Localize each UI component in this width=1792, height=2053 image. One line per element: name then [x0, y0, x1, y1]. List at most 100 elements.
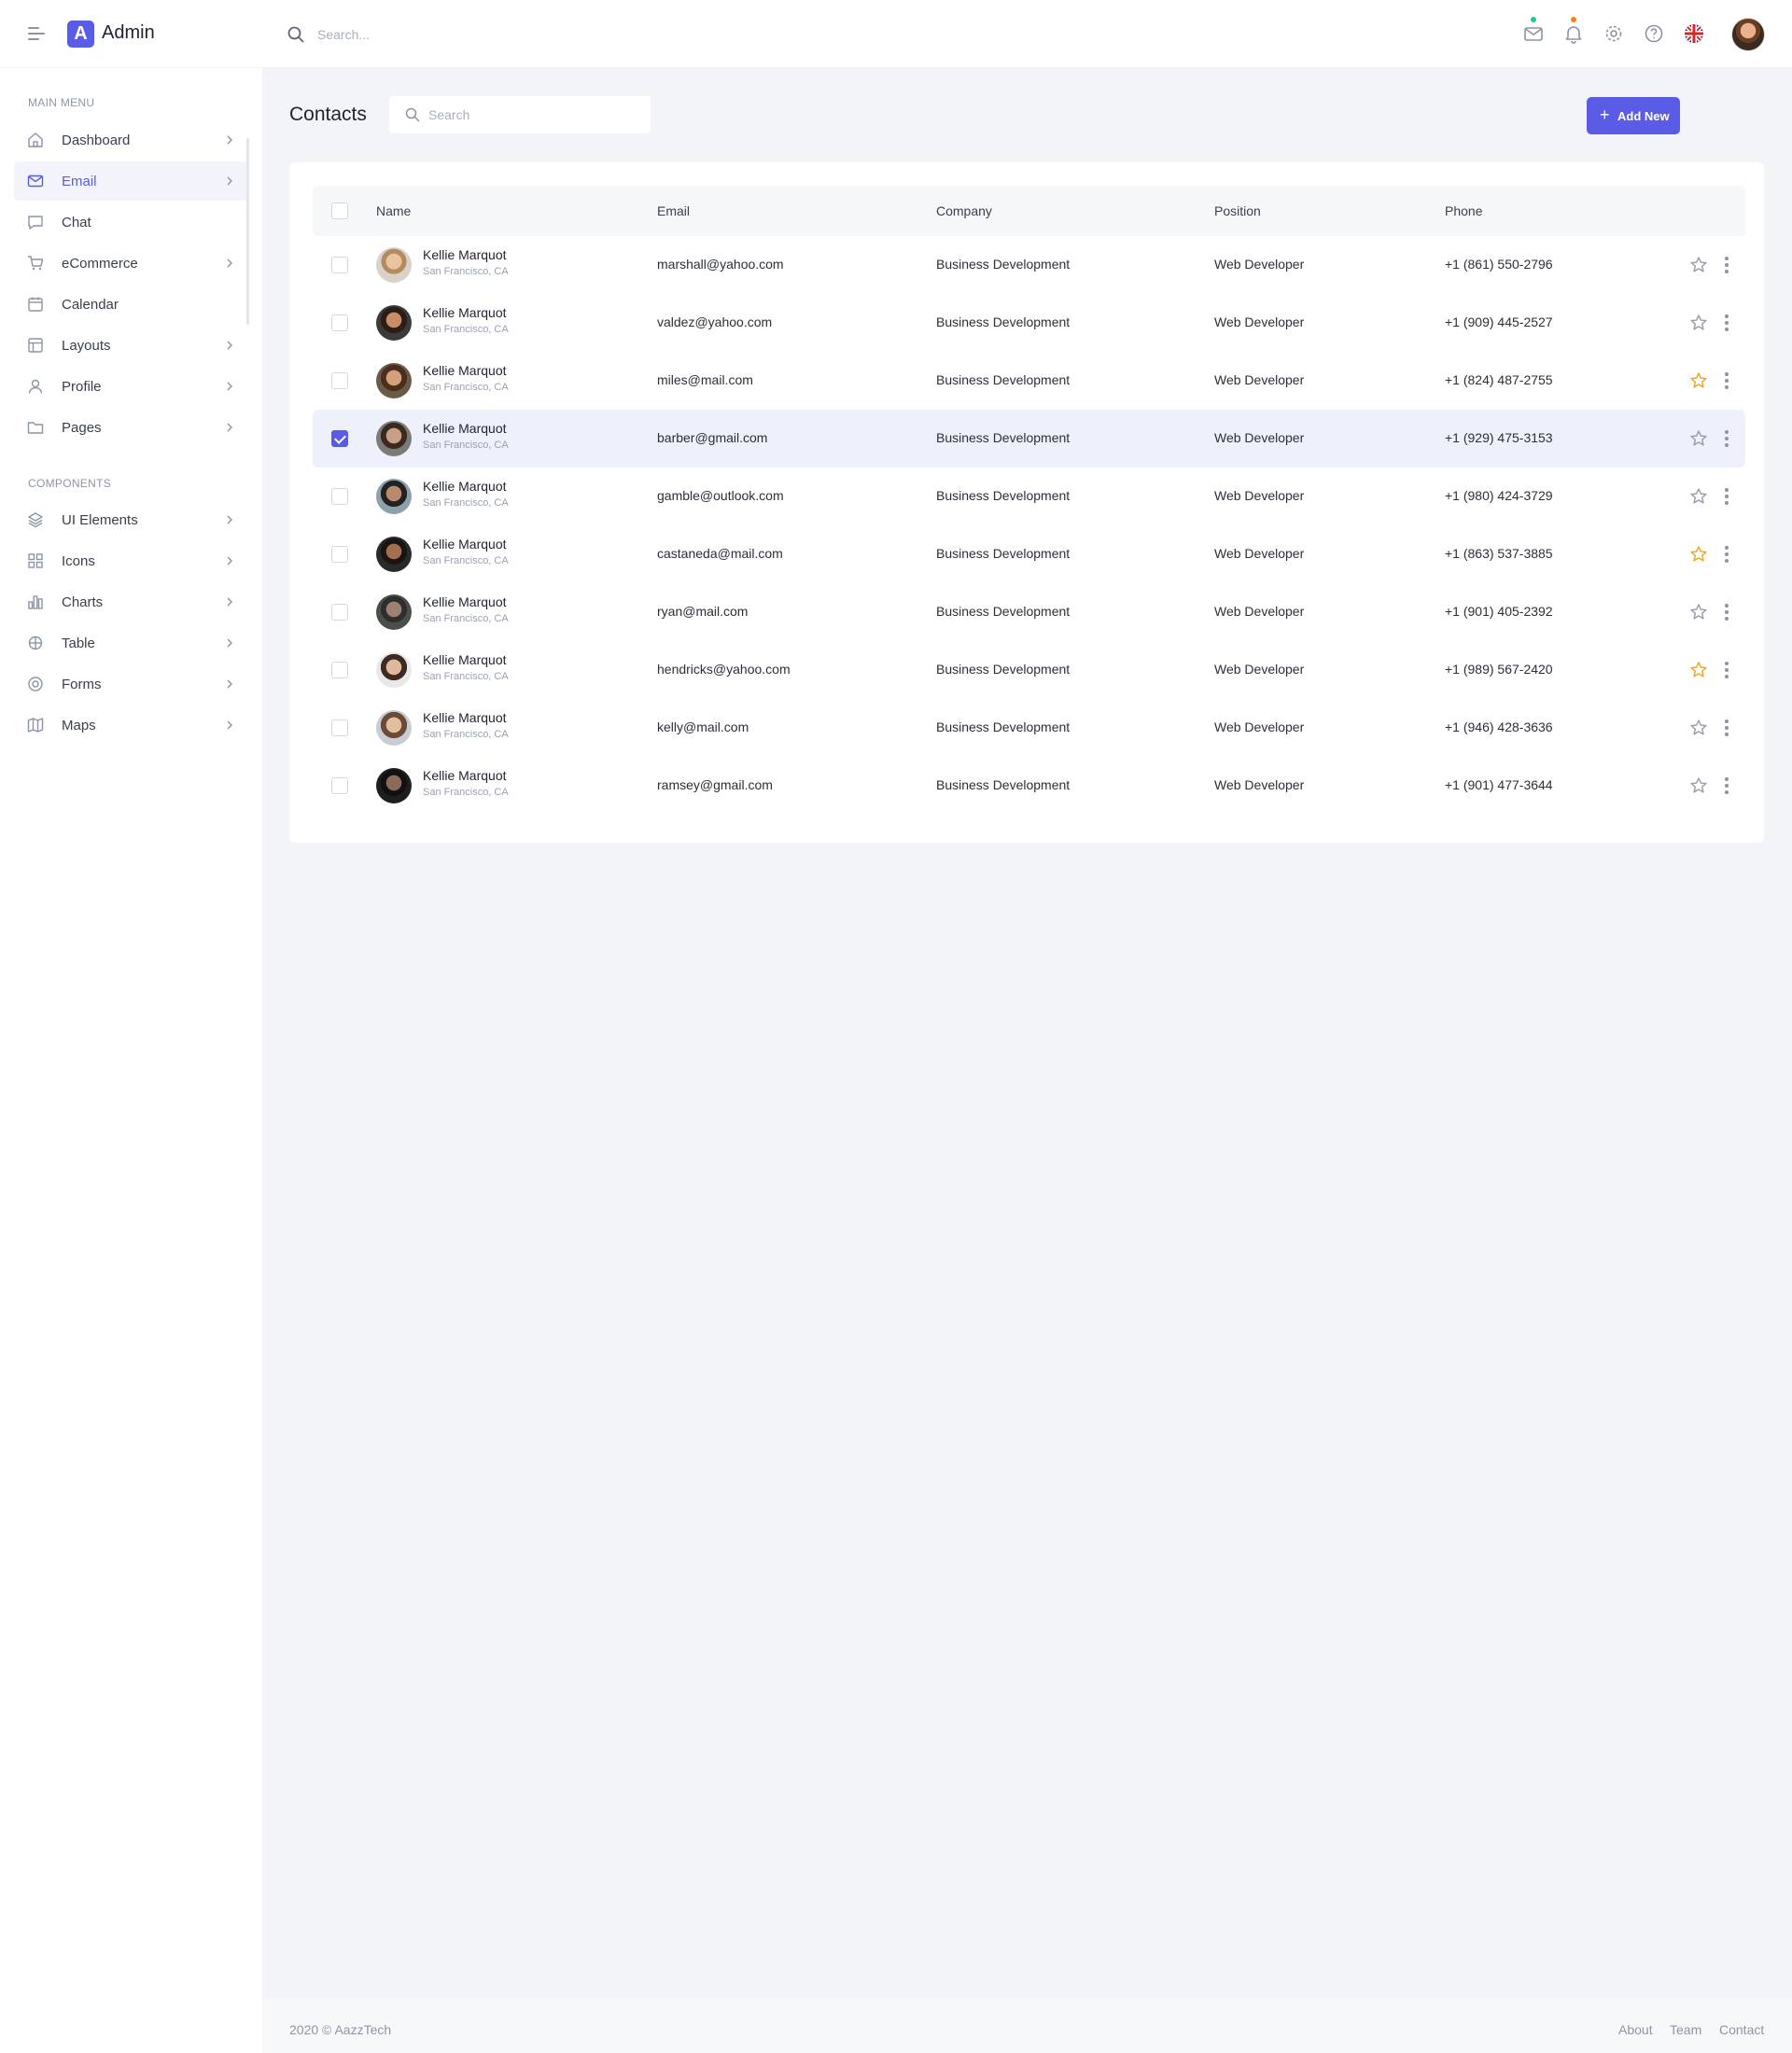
contact-phone: +1 (929) 475-3153 [1445, 430, 1553, 445]
row-checkbox[interactable] [331, 546, 348, 563]
star-icon[interactable] [1689, 314, 1708, 332]
contact-name[interactable]: Kellie Marquot [423, 479, 507, 494]
sidebar-item-ecommerce[interactable]: eCommerce [14, 244, 247, 283]
sidebar-item-label: Icons [62, 553, 95, 569]
more-options-icon[interactable] [1721, 255, 1732, 275]
global-search-input[interactable] [317, 24, 653, 45]
table-row[interactable]: Kellie Marquot San Francisco, CA ramsey@… [313, 757, 1745, 815]
sidebar-item-label: Dashboard [62, 133, 131, 148]
more-options-icon[interactable] [1721, 602, 1732, 622]
more-options-icon[interactable] [1721, 660, 1732, 680]
main-menu-heading: MAIN MENU [28, 96, 95, 109]
star-icon[interactable] [1689, 719, 1708, 737]
more-options-icon[interactable] [1721, 775, 1732, 796]
hamburger-menu-icon[interactable] [28, 25, 47, 42]
column-header-phone[interactable]: Phone [1445, 203, 1482, 218]
table-row[interactable]: Kellie Marquot San Francisco, CA marshal… [313, 236, 1745, 294]
contact-name[interactable]: Kellie Marquot [423, 305, 507, 320]
column-header-company[interactable]: Company [936, 203, 992, 218]
contact-location: San Francisco, CA [423, 787, 509, 798]
more-options-icon[interactable] [1721, 313, 1732, 333]
sidebar-item-profile[interactable]: Profile [14, 367, 247, 406]
sidebar-item-chat[interactable]: Chat [14, 203, 247, 242]
column-header-email[interactable]: Email [657, 203, 690, 218]
user-avatar[interactable] [1731, 18, 1765, 51]
row-checkbox[interactable] [331, 372, 348, 389]
contact-email: ryan@mail.com [657, 604, 749, 619]
table-row[interactable]: Kellie Marquot San Francisco, CA barber@… [313, 410, 1745, 468]
contact-email: marshall@yahoo.com [657, 257, 784, 272]
bell-notification-dot [1571, 17, 1576, 22]
table-row[interactable]: Kellie Marquot San Francisco, CA valdez@… [313, 294, 1745, 352]
more-options-icon[interactable] [1721, 544, 1732, 565]
sidebar-item-table[interactable]: Table [14, 623, 247, 663]
contact-name[interactable]: Kellie Marquot [423, 652, 507, 667]
more-options-icon[interactable] [1721, 428, 1732, 449]
sidebar-item-maps[interactable]: Maps [14, 705, 247, 745]
column-header-name[interactable]: Name [376, 203, 411, 218]
table-row[interactable]: Kellie Marquot San Francisco, CA ryan@ma… [313, 583, 1745, 641]
row-checkbox[interactable] [331, 777, 348, 794]
sidebar-item-calendar[interactable]: Calendar [14, 285, 247, 324]
more-options-icon[interactable] [1721, 718, 1732, 738]
row-checkbox[interactable] [331, 604, 348, 621]
add-new-button[interactable]: + Add New [1587, 97, 1680, 134]
contact-avatar [376, 537, 412, 572]
row-checkbox[interactable] [331, 430, 348, 447]
sidebar-item-ui-elements[interactable]: UI Elements [14, 500, 247, 539]
star-icon[interactable] [1689, 545, 1708, 564]
contacts-search-input[interactable] [428, 105, 638, 125]
mail-icon[interactable] [1522, 17, 1545, 45]
row-checkbox[interactable] [331, 257, 348, 273]
table-row[interactable]: Kellie Marquot San Francisco, CA hendric… [313, 641, 1745, 699]
star-icon[interactable] [1689, 487, 1708, 506]
uk-flag-icon[interactable] [1683, 22, 1705, 45]
gear-icon[interactable] [1603, 22, 1625, 45]
sidebar-item-pages[interactable]: Pages [14, 408, 247, 447]
row-checkbox[interactable] [331, 314, 348, 331]
contact-name[interactable]: Kellie Marquot [423, 710, 507, 725]
star-icon[interactable] [1689, 371, 1708, 390]
contact-name[interactable]: Kellie Marquot [423, 421, 507, 436]
sidebar-item-charts[interactable]: Charts [14, 582, 247, 621]
sidebar-item-icons[interactable]: Icons [14, 541, 247, 580]
contact-name[interactable]: Kellie Marquot [423, 594, 507, 609]
footer-link-contact[interactable]: Contact [1719, 2022, 1764, 2037]
select-all-checkbox[interactable] [331, 203, 348, 219]
star-icon[interactable] [1689, 603, 1708, 621]
global-search [286, 22, 659, 47]
contact-company: Business Development [936, 777, 1071, 792]
sidebar-item-label: Layouts [62, 338, 111, 354]
table-row[interactable]: Kellie Marquot San Francisco, CA castane… [313, 525, 1745, 583]
table-row[interactable]: Kellie Marquot San Francisco, CA kelly@m… [313, 699, 1745, 757]
contact-company: Business Development [936, 662, 1071, 677]
row-checkbox[interactable] [331, 488, 348, 505]
table-row[interactable]: Kellie Marquot San Francisco, CA gamble@… [313, 468, 1745, 525]
star-icon[interactable] [1689, 256, 1708, 274]
sidebar-item-layouts[interactable]: Layouts [14, 326, 247, 365]
star-icon[interactable] [1689, 776, 1708, 795]
row-checkbox[interactable] [331, 719, 348, 736]
sidebar-item-dashboard[interactable]: Dashboard [14, 120, 247, 160]
help-icon[interactable] [1643, 22, 1665, 45]
more-options-icon[interactable] [1721, 486, 1732, 507]
table-row[interactable]: Kellie Marquot San Francisco, CA miles@m… [313, 352, 1745, 410]
contact-name[interactable]: Kellie Marquot [423, 247, 507, 262]
sidebar-scrollbar[interactable] [246, 138, 249, 325]
footer-link-team[interactable]: Team [1670, 2022, 1701, 2037]
sidebar-item-email[interactable]: Email [14, 161, 247, 201]
contact-name[interactable]: Kellie Marquot [423, 363, 507, 378]
contacts-search [389, 96, 651, 133]
more-options-icon[interactable] [1721, 370, 1732, 391]
contact-name[interactable]: Kellie Marquot [423, 537, 507, 552]
star-icon[interactable] [1689, 661, 1708, 679]
column-header-position[interactable]: Position [1214, 203, 1261, 218]
footer-link-about[interactable]: About [1618, 2022, 1653, 2037]
contact-avatar [376, 363, 412, 398]
bell-icon[interactable] [1562, 17, 1585, 45]
contact-name[interactable]: Kellie Marquot [423, 768, 507, 783]
form-icon [28, 677, 43, 691]
row-checkbox[interactable] [331, 662, 348, 678]
star-icon[interactable] [1689, 429, 1708, 448]
sidebar-item-forms[interactable]: Forms [14, 664, 247, 704]
